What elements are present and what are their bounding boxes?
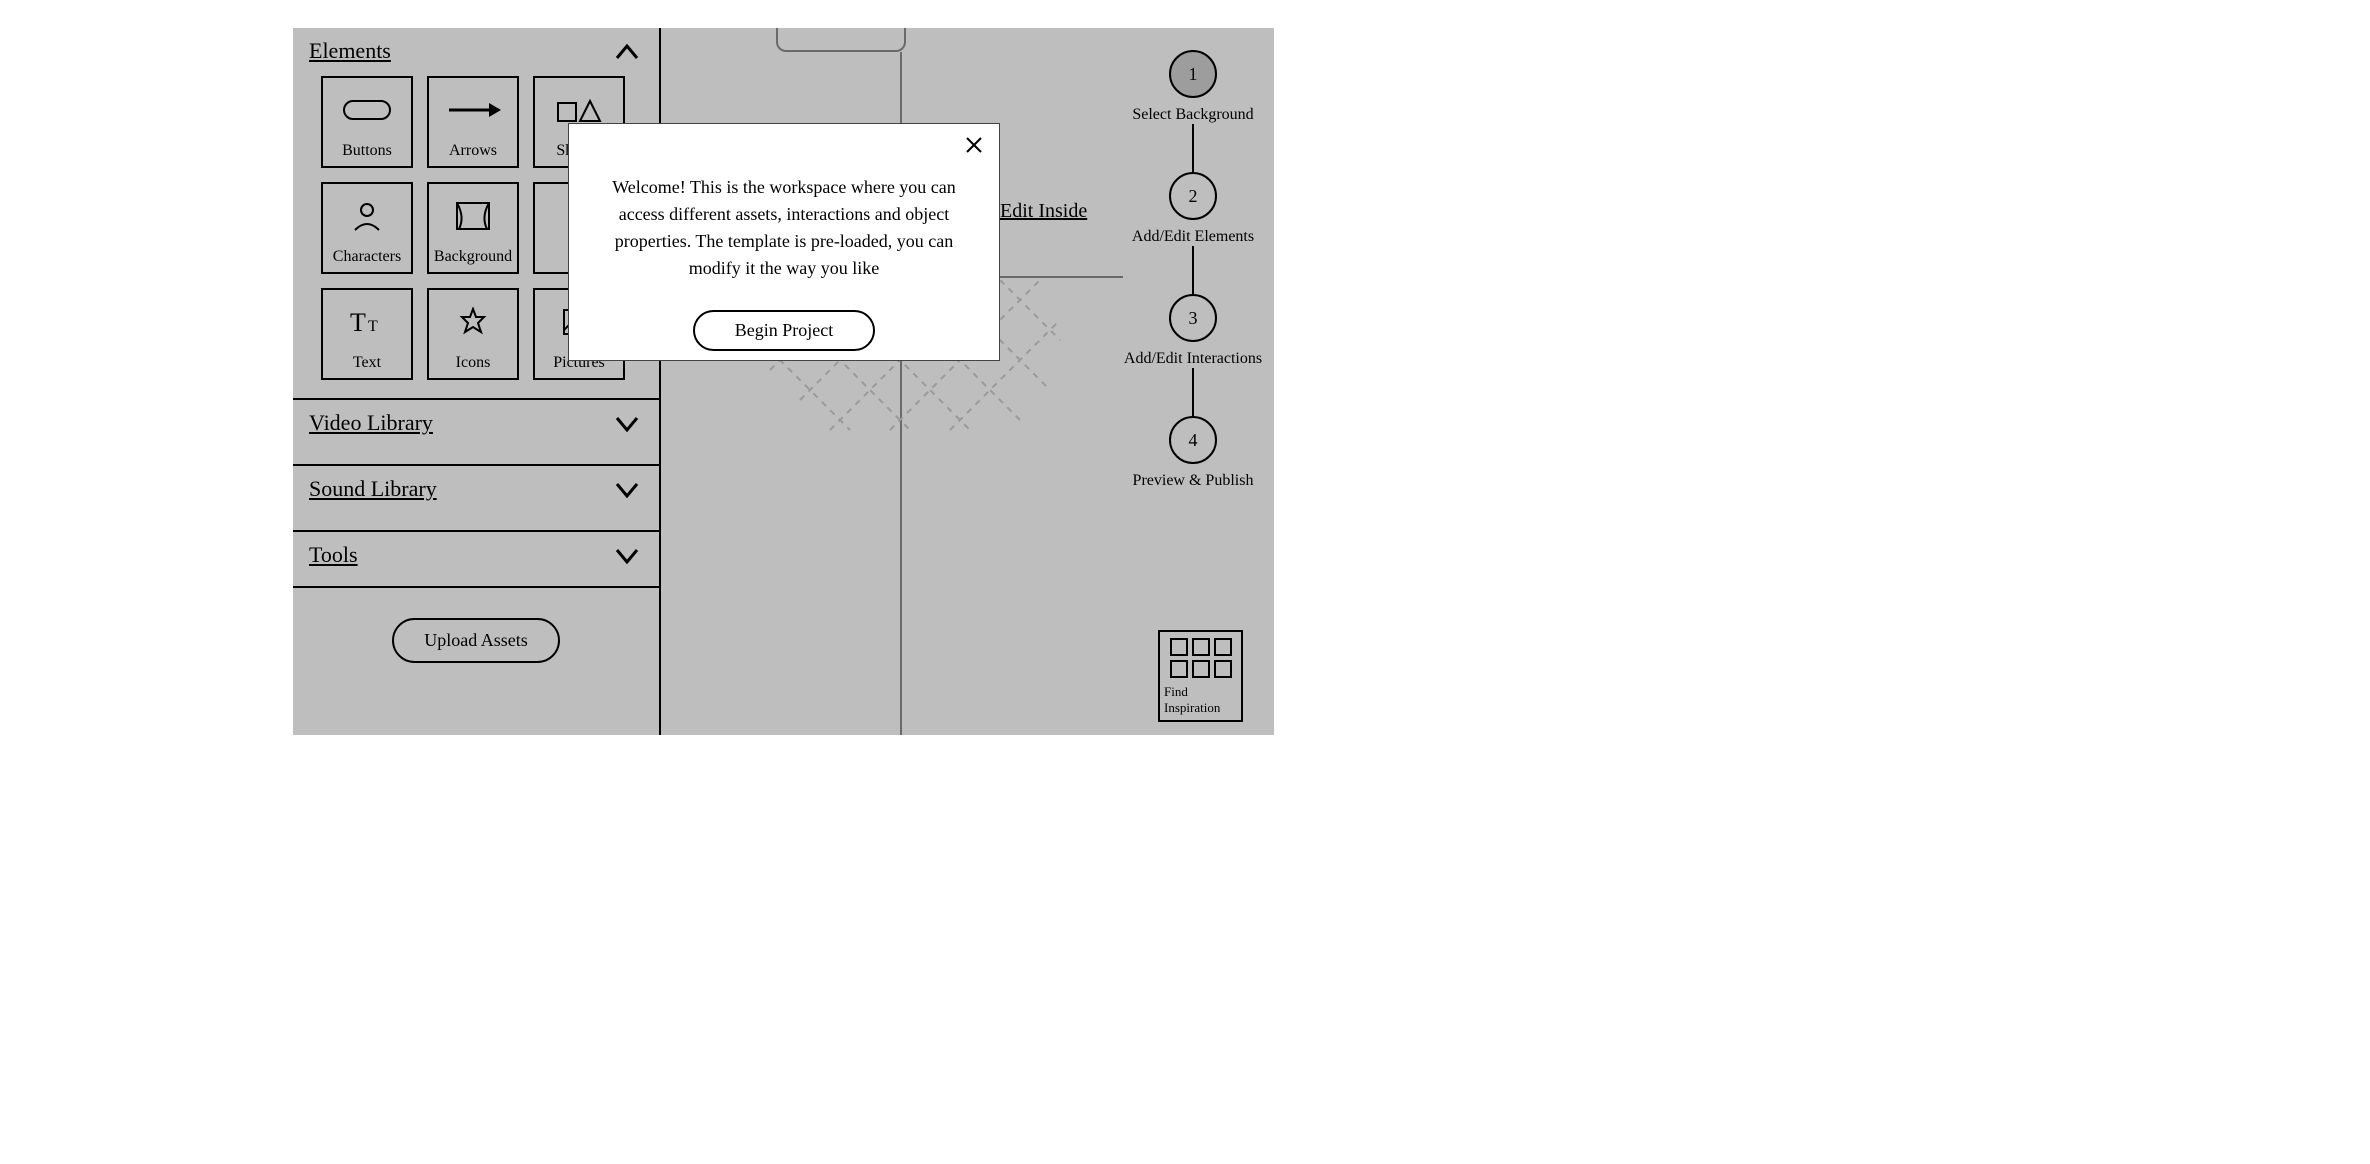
tile-label: Characters — [333, 248, 401, 266]
section-sound-library[interactable]: Sound Library — [293, 464, 659, 530]
step-3-circle[interactable]: 3 — [1169, 294, 1217, 342]
step-1-label: Select Background — [1132, 106, 1253, 124]
tile-label: Text — [353, 354, 381, 372]
section-sound-title: Sound Library — [309, 476, 437, 501]
find-inspiration-button[interactable]: Find Inspiration — [1158, 630, 1243, 722]
canvas-tab-notch — [776, 28, 906, 52]
tile-label: Background — [434, 248, 512, 266]
step-2-label: Add/Edit Elements — [1132, 228, 1254, 246]
step-2-circle[interactable]: 2 — [1169, 172, 1217, 220]
tile-buttons[interactable]: Buttons — [321, 76, 413, 168]
section-tools-title: Tools — [309, 542, 358, 567]
upload-row: Upload Assets — [293, 586, 659, 693]
progress-stepper: 1 Select Background 2 Add/Edit Elements … — [1128, 50, 1258, 490]
svg-text:T: T — [350, 308, 366, 337]
curtain-icon — [429, 184, 517, 248]
step-connector — [1192, 368, 1194, 416]
upload-assets-button[interactable]: Upload Assets — [392, 618, 560, 663]
close-icon[interactable] — [965, 136, 983, 160]
person-icon — [323, 184, 411, 248]
chevron-down-icon — [615, 412, 639, 438]
edit-inside-link[interactable]: Edit Inside — [1000, 200, 1087, 223]
text-icon: TT — [323, 290, 411, 354]
step-3-label: Add/Edit Interactions — [1124, 350, 1262, 368]
tile-label: Buttons — [342, 142, 392, 160]
tile-label: Icons — [456, 354, 491, 372]
tile-background[interactable]: Background — [427, 182, 519, 274]
arrow-icon — [429, 78, 517, 142]
step-4-label: Preview & Publish — [1133, 472, 1254, 490]
button-icon — [323, 78, 411, 142]
grid-icon — [1170, 638, 1232, 678]
section-video-library[interactable]: Video Library — [293, 398, 659, 464]
tile-text[interactable]: TT Text — [321, 288, 413, 380]
find-inspiration-label: Find Inspiration — [1164, 684, 1237, 716]
step-connector — [1192, 124, 1194, 172]
chevron-up-icon — [615, 40, 639, 66]
svg-text:T: T — [368, 318, 378, 335]
tile-characters[interactable]: Characters — [321, 182, 413, 274]
section-tools[interactable]: Tools — [293, 530, 659, 586]
welcome-message: Welcome! This is the workspace where you… — [589, 174, 979, 282]
chevron-down-icon — [615, 544, 639, 570]
section-video-title: Video Library — [309, 410, 433, 435]
tile-icons[interactable]: Icons — [427, 288, 519, 380]
chevron-down-icon — [615, 478, 639, 504]
begin-project-button[interactable]: Begin Project — [693, 310, 875, 351]
step-4-circle[interactable]: 4 — [1169, 416, 1217, 464]
section-elements-title: Elements — [309, 38, 391, 63]
step-connector — [1192, 246, 1194, 294]
tile-label: Arrows — [449, 142, 497, 160]
tile-arrows[interactable]: Arrows — [427, 76, 519, 168]
welcome-modal: Welcome! This is the workspace where you… — [568, 123, 1000, 361]
step-1-circle[interactable]: 1 — [1169, 50, 1217, 98]
leaf-icon — [429, 290, 517, 354]
